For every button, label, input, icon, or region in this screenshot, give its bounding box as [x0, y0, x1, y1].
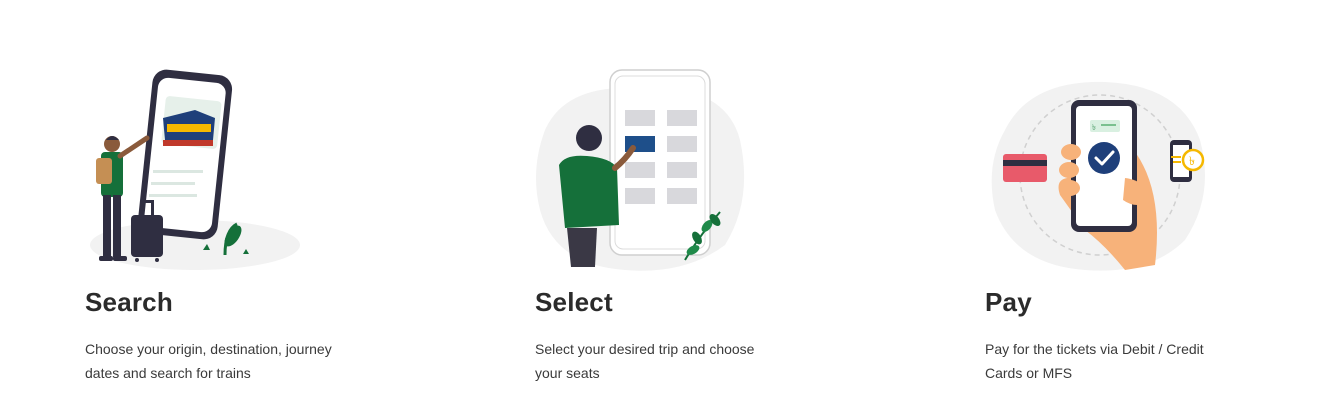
step-select-title: Select [535, 287, 613, 317]
step-search-title: Search [85, 287, 173, 317]
step-pay-description: Pay for the tickets via Debit / Credit C… [985, 341, 1204, 381]
step-select-description: Select your desired trip and choose your… [535, 341, 755, 381]
svg-text:৳: ৳ [1189, 154, 1195, 168]
pay-illustration: ৳ ৳ [991, 81, 1205, 271]
step-pay-title: Pay [985, 287, 1032, 317]
how-it-works-steps: Search Choose your origin, destination, … [0, 0, 1329, 420]
step-search-description: Choose your origin, destination, journey… [85, 341, 332, 381]
step-search: Search Choose your origin, destination, … [85, 60, 385, 400]
step-pay: ৳ ৳ Pay Pay for the tickets via Debit / … [985, 60, 1285, 400]
svg-text:৳: ৳ [1092, 123, 1096, 132]
select-illustration [536, 69, 745, 271]
search-illustration [90, 69, 300, 270]
step-select: Select Select your desired trip and choo… [535, 60, 835, 400]
